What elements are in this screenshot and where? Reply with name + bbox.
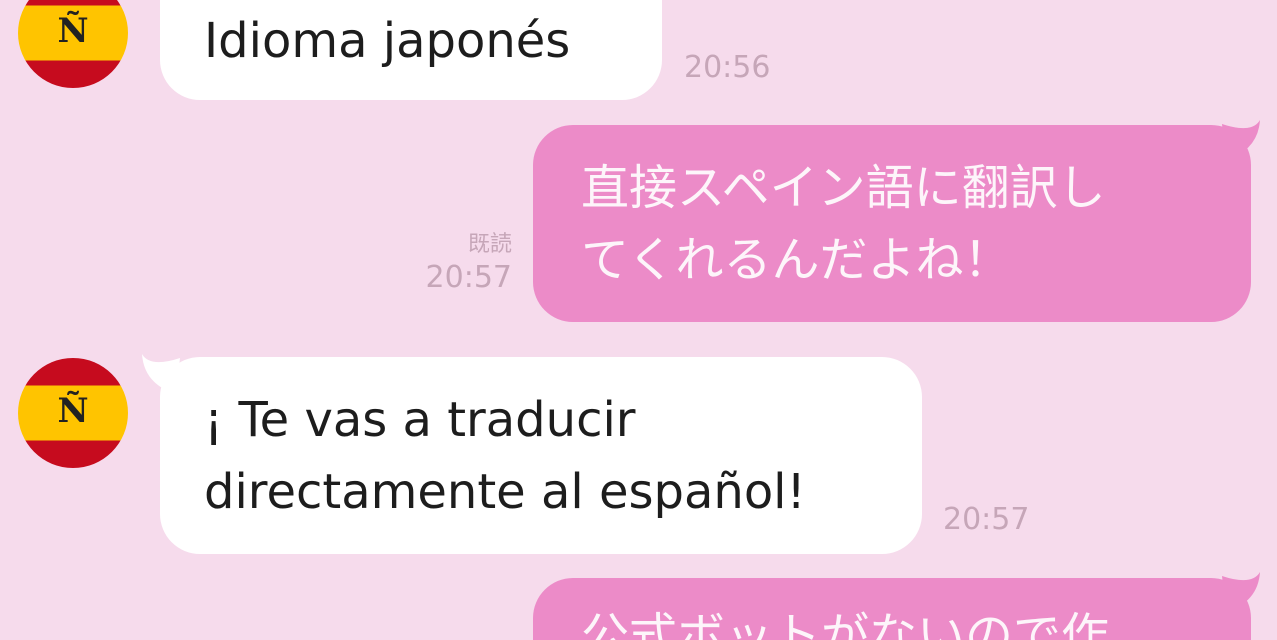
- incoming-message-bubble[interactable]: ¡ Te vas a traducir directamente al espa…: [160, 357, 922, 554]
- message-timestamp: 20:57: [943, 502, 1030, 537]
- outgoing-message-bubble[interactable]: 公式ボットがないので作: [533, 578, 1251, 640]
- message-text-line: 直接スペイン語に翻訳し: [581, 160, 1106, 216]
- avatar[interactable]: Ñ: [18, 358, 128, 468]
- message-text: Idioma japonés: [204, 13, 571, 69]
- spain-flag-icon: Ñ: [57, 11, 89, 51]
- message-text-line: 公式ボットがないので作: [581, 608, 1110, 640]
- read-receipt: 既読: [467, 232, 512, 257]
- message-text-line: てくれるんだよね！: [581, 232, 1012, 288]
- message-text-line: directamente al español!: [204, 464, 806, 520]
- message-timestamp: 20:56: [684, 50, 771, 85]
- avatar[interactable]: Ñ: [18, 0, 128, 88]
- message-timestamp: 20:57: [425, 260, 512, 295]
- incoming-message-bubble[interactable]: Idioma japonés: [160, 0, 662, 100]
- chat-window: Ñ Idioma japonés 20:56 直接スペイン語に翻訳し てくれるん…: [0, 0, 1277, 640]
- message-meta: 既読 20:57: [390, 230, 512, 296]
- outgoing-message-bubble[interactable]: 直接スペイン語に翻訳し てくれるんだよね！: [533, 125, 1251, 322]
- message-text-line: ¡ Te vas a traducir: [204, 392, 636, 448]
- spain-flag-icon: Ñ: [57, 391, 89, 431]
